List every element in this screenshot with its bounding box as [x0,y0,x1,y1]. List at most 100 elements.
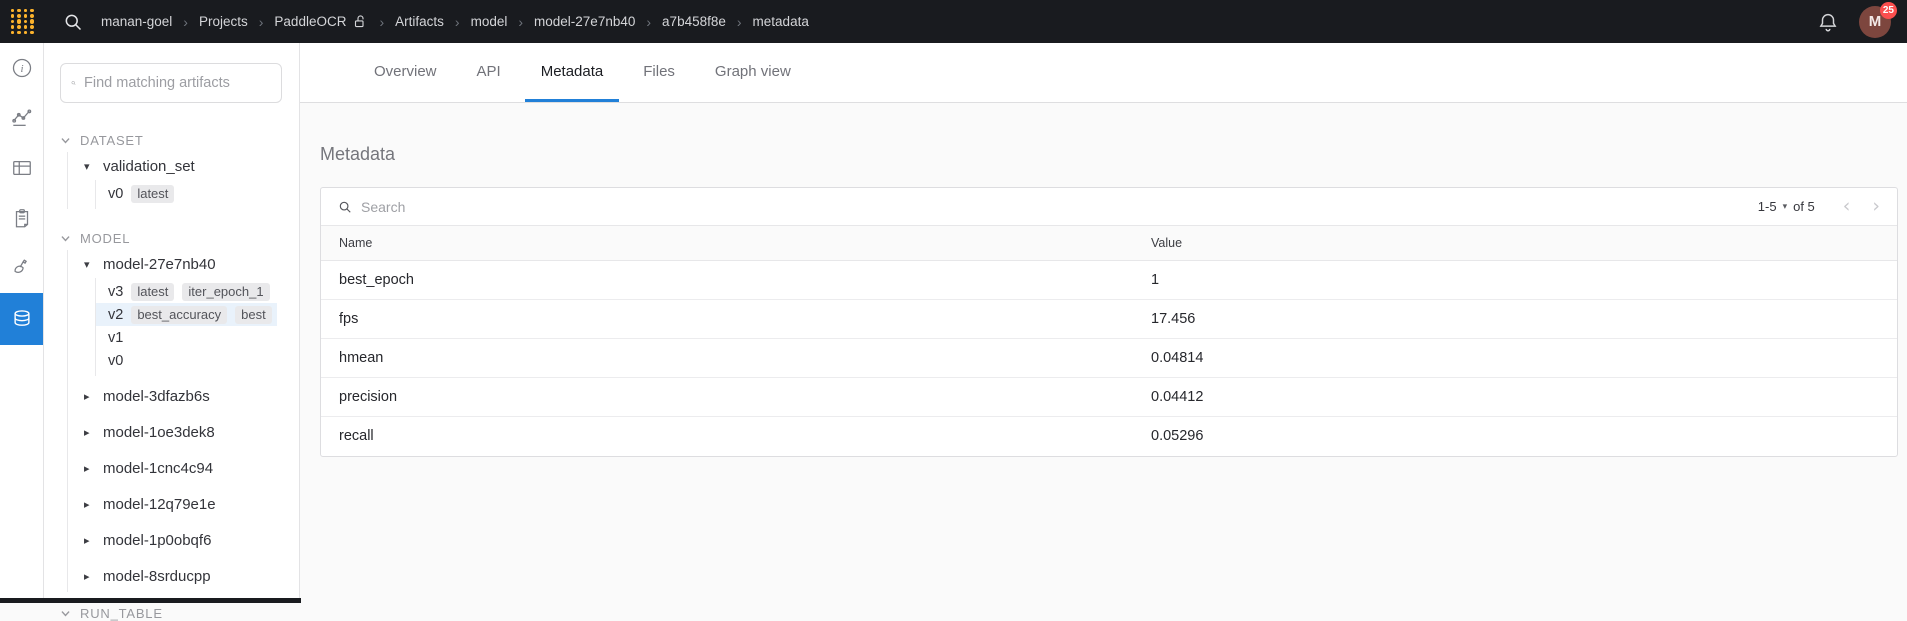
version-row-v1[interactable]: v1 [96,326,277,349]
search-icon[interactable] [63,12,83,32]
breadcrumb-item[interactable]: model [471,14,508,29]
pagination-total: of 5 [1793,199,1815,214]
artifact-model-1cnc4c94[interactable]: ▸ model-1cnc4c94 [68,452,299,484]
artifact-label: model-3dfazb6s [103,388,210,405]
sidebar-item-artifacts[interactable] [0,293,43,345]
artifact-model-1oe3dek8[interactable]: ▸ model-1oe3dek8 [68,416,299,448]
caret-right-icon: ▸ [84,462,94,475]
breadcrumb-item[interactable]: a7b458f8e [662,14,726,29]
artifact-label: model-1cnc4c94 [103,460,213,477]
caret-right-icon: ▸ [84,498,94,511]
top-navbar: manan-goel › Projects › PaddleOCR › Arti… [0,0,1907,43]
table-row[interactable]: hmean 0.04814 [321,339,1897,378]
section-header-run-table[interactable]: RUN_TABLE [60,606,299,621]
artifact-model-1p0obqf6[interactable]: ▸ model-1p0obqf6 [68,524,299,556]
next-page-button[interactable]: › [1872,197,1880,216]
meta-value: 0.04814 [1133,339,1897,378]
sidebar-item-sweeps[interactable] [0,243,43,293]
alias-badge: latest [131,185,174,203]
tab-files[interactable]: Files [627,43,691,102]
prev-page-button[interactable]: ‹ [1843,197,1851,216]
version-row-v0[interactable]: v0 latest [96,182,277,205]
section-label: MODEL [80,231,130,246]
breadcrumb-item[interactable]: Projects [199,14,248,29]
version-label: v3 [108,284,123,300]
sidebar-bottom-bar [0,598,301,603]
tab-metadata[interactable]: Metadata [525,43,620,102]
caret-right-icon: ▸ [84,570,94,583]
metadata-search-input[interactable] [361,199,1749,215]
version-row-v2-selected[interactable]: v2 best_accuracy best [96,303,277,326]
tab-overview[interactable]: Overview [358,43,453,102]
meta-key: best_epoch [321,261,1133,300]
column-header-name[interactable]: Name [321,226,1133,261]
table-header-row: Name Value [321,226,1897,261]
model-27e7nb40-versions: v3 latest iter_epoch_1 v2 best_accuracy … [95,278,299,376]
meta-value: 0.04412 [1133,378,1897,417]
wandb-logo-icon[interactable] [9,8,35,36]
artifact-model-8srducpp[interactable]: ▸ model-8srducpp [68,560,299,592]
section-header-dataset[interactable]: DATASET [60,133,299,148]
alias-badge: best [235,306,272,324]
breadcrumb-item[interactable]: metadata [753,14,809,29]
chevron-down-icon [60,135,71,146]
table-icon [11,157,33,179]
breadcrumb-item[interactable]: PaddleOCR [274,14,346,29]
artifact-model-27e7nb40[interactable]: ▾ model-27e7nb40 [68,250,299,278]
left-icon-rail: i [0,43,44,603]
version-row-v0[interactable]: v0 [96,349,277,372]
artifact-validation-set[interactable]: ▾ validation_set [68,152,299,180]
artifact-label: model-1oe3dek8 [103,424,215,441]
dataset-section-body: ▾ validation_set v0 latest [67,152,299,209]
clipboard-icon [11,207,33,229]
breadcrumb: manan-goel › Projects › PaddleOCR › Arti… [101,14,809,30]
metadata-search-row: 1-5 ▾ of 5 ‹ › [321,188,1897,225]
alias-badge: latest [131,283,174,301]
artifact-label: model-27e7nb40 [103,256,216,273]
table-row[interactable]: precision 0.04412 [321,378,1897,417]
breadcrumb-item[interactable]: Artifacts [395,14,444,29]
database-icon [11,308,33,330]
section-label: RUN_TABLE [80,606,163,621]
sidebar-item-overview[interactable]: i [0,43,43,93]
caret-down-icon[interactable]: ▾ [1783,201,1788,212]
table-row[interactable]: fps 17.456 [321,300,1897,339]
notification-count-badge: 25 [1880,2,1897,19]
version-label: v1 [108,330,123,346]
version-label: v0 [108,353,123,369]
breadcrumb-separator: › [646,14,651,30]
artifact-tabs: Overview API Metadata Files Graph view [300,43,1907,103]
pagination-range: 1-5 [1758,199,1777,214]
breadcrumb-item[interactable]: manan-goel [101,14,172,29]
breadcrumb-item[interactable]: model-27e7nb40 [534,14,635,29]
caret-right-icon: ▸ [84,390,94,403]
version-label: v2 [108,307,123,323]
breadcrumb-separator: › [183,14,188,30]
artifact-search-box[interactable] [60,63,282,103]
version-row-v3[interactable]: v3 latest iter_epoch_1 [96,280,277,303]
artifact-label: model-12q79e1e [103,496,216,513]
sidebar-item-charts[interactable] [0,93,43,143]
artifact-model-12q79e1e[interactable]: ▸ model-12q79e1e [68,488,299,520]
meta-key: precision [321,378,1133,417]
artifact-search-input[interactable] [84,75,271,91]
section-header-model[interactable]: MODEL [60,231,299,246]
sidebar-item-reports[interactable] [0,193,43,243]
tab-api[interactable]: API [461,43,517,102]
table-row[interactable]: recall 0.05296 [321,417,1897,456]
table-row[interactable]: best_epoch 1 [321,261,1897,300]
chevron-down-icon [60,608,71,619]
tab-graph-view[interactable]: Graph view [699,43,807,102]
info-icon: i [11,57,33,79]
sidebar-item-tables[interactable] [0,143,43,193]
caret-right-icon: ▸ [84,534,94,547]
meta-value: 0.05296 [1133,417,1897,456]
notifications-bell-icon[interactable] [1817,11,1839,33]
meta-value: 17.456 [1133,300,1897,339]
search-icon [338,200,352,214]
page-title: Metadata [320,144,1907,165]
search-icon [71,75,76,91]
column-header-value[interactable]: Value [1133,226,1897,261]
artifact-label: model-8srducpp [103,568,211,585]
artifact-model-3dfazb6s[interactable]: ▸ model-3dfazb6s [68,380,299,412]
